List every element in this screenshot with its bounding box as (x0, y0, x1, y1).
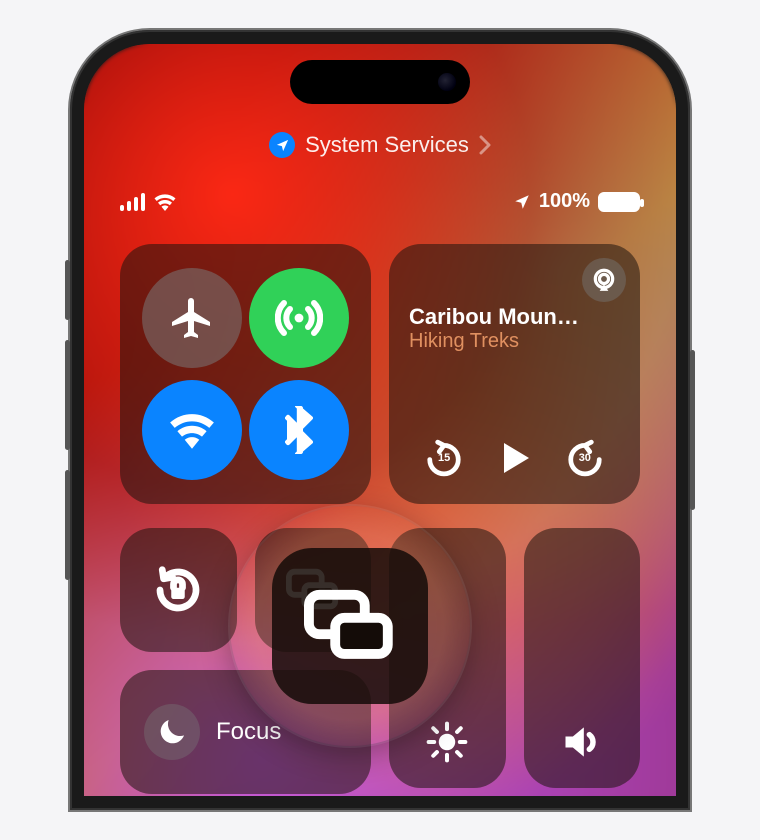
location-status-icon (513, 193, 531, 211)
phone-frame: System Services 100% (70, 30, 690, 810)
bluetooth-toggle[interactable] (249, 380, 349, 480)
chevron-right-icon (479, 135, 491, 155)
brightness-slider[interactable] (389, 528, 506, 788)
wifi-icon (167, 411, 217, 449)
wifi-toggle[interactable] (142, 380, 242, 480)
volume-up-button (65, 340, 70, 450)
cellular-signal-icon (120, 193, 145, 211)
cellular-data-toggle[interactable] (249, 268, 349, 368)
skip-forward-button[interactable]: 30 (565, 438, 605, 478)
wifi-status-icon (153, 193, 177, 211)
focus-button[interactable]: Focus (120, 670, 371, 794)
status-bar: 100% (120, 190, 640, 213)
media-title: Caribou Moun… (409, 304, 620, 330)
orientation-lock-toggle[interactable] (120, 528, 237, 652)
media-module[interactable]: Caribou Moun… Hiking Treks 15 30 (389, 244, 640, 504)
volume-slider[interactable] (524, 528, 641, 788)
antenna-icon (275, 294, 323, 342)
screen: System Services 100% (84, 44, 676, 796)
battery-percent-label: 100% (539, 190, 590, 213)
sun-icon (425, 720, 469, 764)
focus-label: Focus (216, 718, 281, 746)
breadcrumb[interactable]: System Services (84, 132, 676, 158)
skip-forward-seconds: 30 (579, 452, 591, 464)
breadcrumb-label: System Services (305, 132, 469, 158)
speaker-icon (560, 720, 604, 764)
location-arrow-icon (269, 132, 295, 158)
airplay-icon (591, 267, 617, 293)
airplane-mode-toggle[interactable] (142, 268, 242, 368)
orientation-lock-icon (151, 563, 205, 617)
airplay-audio-button[interactable] (582, 258, 626, 302)
skip-back-button[interactable]: 15 (424, 438, 464, 478)
volume-down-button (65, 470, 70, 580)
dynamic-island (290, 60, 470, 104)
mute-switch (65, 260, 70, 320)
screen-mirroring-button[interactable] (255, 528, 372, 652)
connectivity-module[interactable] (120, 244, 371, 504)
screen-mirroring-icon (286, 567, 340, 613)
skip-back-seconds: 15 (438, 452, 450, 464)
bluetooth-icon (285, 406, 313, 454)
moon-icon (144, 704, 200, 760)
play-button[interactable] (494, 438, 534, 478)
media-subtitle: Hiking Treks (409, 330, 620, 353)
airplane-icon (168, 294, 216, 342)
battery-icon (598, 192, 640, 212)
power-button (690, 350, 695, 510)
play-icon (494, 438, 534, 478)
